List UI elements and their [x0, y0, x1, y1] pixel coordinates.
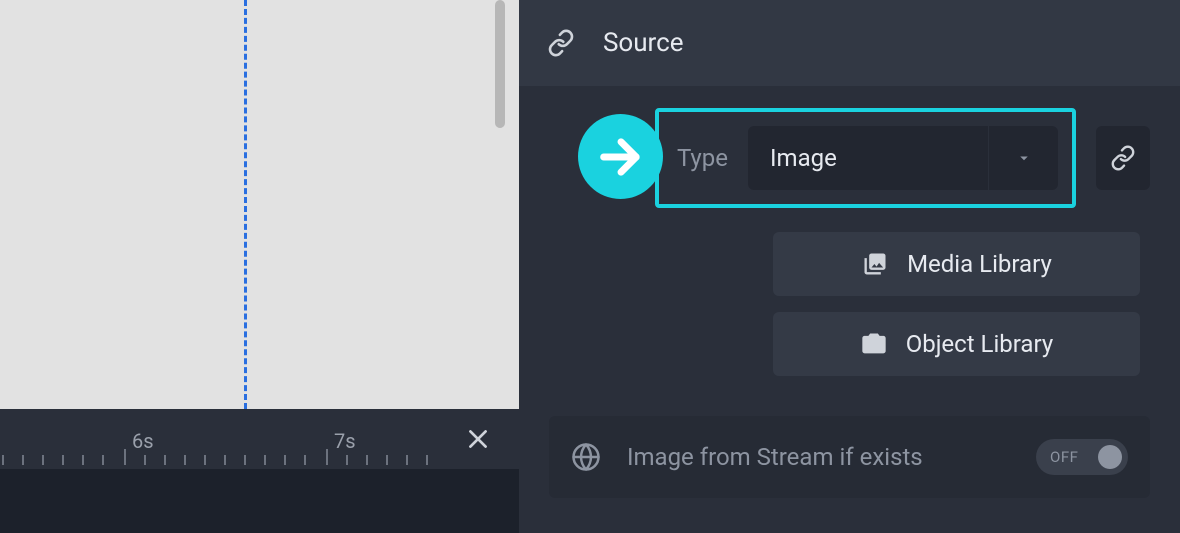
- link-icon: [547, 29, 575, 57]
- image-from-stream-label: Image from Stream if exists: [627, 443, 1010, 471]
- editor-left-pane: 6s 7s: [0, 0, 519, 533]
- vertical-scrollbar[interactable]: [495, 0, 505, 128]
- timeline-close-button[interactable]: [465, 426, 491, 452]
- object-library-button[interactable]: Object Library: [773, 312, 1140, 376]
- camera-plus-icon: [860, 330, 888, 358]
- canvas-viewport[interactable]: [0, 0, 519, 409]
- globe-icon: [571, 442, 601, 472]
- ruler-ticks: [0, 447, 519, 465]
- section-title: Source: [603, 28, 684, 58]
- timeline-ruler[interactable]: 6s 7s: [0, 409, 519, 469]
- link-source-button[interactable]: [1096, 126, 1150, 190]
- type-dropdown[interactable]: Image: [748, 126, 1058, 190]
- image-from-stream-row: Image from Stream if exists OFF: [549, 416, 1150, 498]
- type-label: Type: [677, 144, 728, 172]
- image-from-stream-toggle[interactable]: OFF: [1036, 439, 1128, 475]
- type-highlight-box: Type Image: [655, 108, 1076, 208]
- center-guide-line: [244, 0, 247, 409]
- chevron-down-icon: [988, 126, 1058, 190]
- object-library-label: Object Library: [906, 330, 1053, 358]
- type-dropdown-value: Image: [770, 144, 837, 172]
- media-library-button[interactable]: Media Library: [773, 232, 1140, 296]
- image-stack-icon: [861, 250, 889, 278]
- toggle-knob: [1098, 445, 1122, 469]
- section-header-source[interactable]: Source: [519, 0, 1180, 86]
- properties-panel: Source Type Image Media Library: [519, 0, 1180, 533]
- toggle-off-label: OFF: [1050, 448, 1078, 466]
- tutorial-hint-arrow: [578, 114, 663, 199]
- media-library-label: Media Library: [907, 250, 1052, 278]
